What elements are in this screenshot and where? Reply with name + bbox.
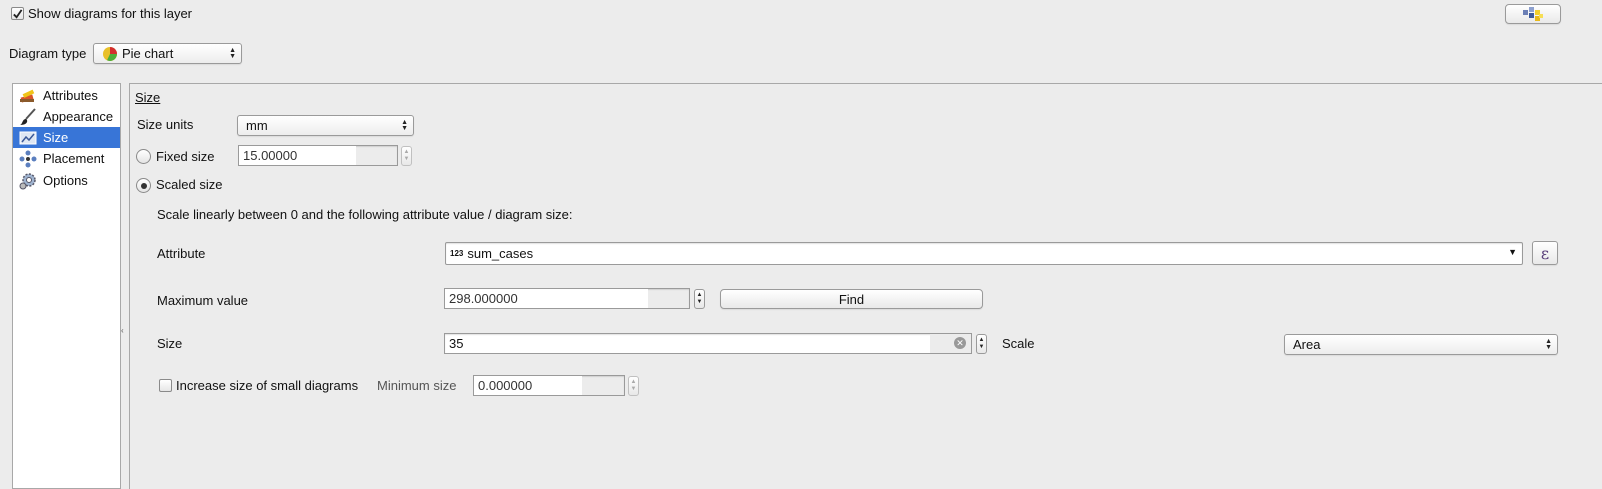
maximum-value-field[interactable]: 298.000000: [444, 288, 690, 309]
placement-icon: [19, 150, 37, 168]
find-button[interactable]: Find: [720, 289, 983, 309]
fixed-size-radio[interactable]: [136, 149, 151, 164]
minimum-size-value: 0.000000: [478, 378, 533, 393]
size-panel: [129, 83, 1602, 489]
attribute-value: sum_cases: [467, 246, 534, 261]
scaled-size-radio[interactable]: [136, 178, 151, 193]
splitter-handle[interactable]: ‹: [121, 326, 124, 335]
show-diagrams-checkbox[interactable]: [11, 7, 24, 20]
attributes-icon: [19, 87, 37, 105]
sidebar-item-label: Attributes: [43, 88, 98, 103]
size-icon: [19, 129, 37, 147]
diagram-grid-icon: [1523, 7, 1543, 21]
scaled-size-label: Scaled size: [156, 177, 223, 192]
maximum-value: 298.000000: [449, 291, 518, 306]
updown-arrows-icon: ▲ ▼: [1545, 337, 1552, 351]
scale-label: Scale: [1002, 336, 1035, 351]
show-diagrams-label: Show diagrams for this layer: [28, 6, 193, 21]
diagram-type-label: Diagram type: [9, 46, 87, 61]
sidebar-item-attributes[interactable]: Attributes: [13, 85, 120, 106]
options-gear-icon: [19, 172, 37, 190]
attribute-label: Attribute: [157, 246, 206, 261]
sidebar: Attributes Appearance Size Placement Opt…: [12, 83, 121, 489]
sidebar-item-size[interactable]: Size: [13, 127, 120, 148]
size-value: 35: [449, 336, 464, 351]
updown-arrows-icon: ▲ ▼: [229, 46, 236, 60]
size-label: Size: [157, 336, 183, 351]
fixed-size-label: Fixed size: [156, 149, 215, 164]
updown-arrows-icon: ▲ ▼: [401, 118, 408, 132]
scale-value: Area: [1293, 337, 1321, 352]
maximum-value-label: Maximum value: [157, 293, 249, 308]
epsilon-icon: ε: [1540, 243, 1550, 263]
attribute-combo[interactable]: 123 sum_cases ▼: [445, 242, 1523, 265]
checkmark-icon: [13, 8, 23, 19]
scale-description: Scale linearly between 0 and the followi…: [157, 207, 573, 222]
minimum-size-field[interactable]: 0.000000: [473, 375, 625, 396]
diagram-preview-button[interactable]: [1505, 4, 1561, 24]
increase-small-label: Increase size of small diagrams: [176, 378, 359, 393]
sidebar-item-label: Options: [43, 173, 88, 188]
sidebar-item-label: Appearance: [43, 109, 114, 124]
size-section-heading: Size: [135, 90, 161, 105]
expression-button[interactable]: ε: [1532, 241, 1558, 265]
fixed-size-stepper[interactable]: ▲ ▼: [401, 146, 412, 166]
dropdown-arrow-icon: ▼: [1508, 247, 1517, 257]
sidebar-item-label: Placement: [43, 151, 105, 166]
clear-icon[interactable]: ✕: [954, 337, 966, 349]
scale-select[interactable]: Area ▲ ▼: [1284, 334, 1558, 355]
sidebar-item-label: Size: [43, 130, 69, 145]
sidebar-item-placement[interactable]: Placement: [13, 148, 120, 169]
brush-icon: [19, 107, 37, 126]
size-units-label: Size units: [137, 117, 194, 132]
diagram-type-value: Pie chart: [122, 46, 174, 61]
size-units-value: mm: [246, 118, 268, 133]
minimum-size-label: Minimum size: [377, 378, 457, 393]
size-units-select[interactable]: mm ▲ ▼: [237, 115, 414, 136]
size-stepper[interactable]: ▲ ▼: [976, 334, 987, 354]
diagram-type-select[interactable]: Pie chart ▲ ▼: [93, 43, 242, 64]
pie-chart-icon: [103, 46, 117, 61]
fixed-size-value: 15.00000: [243, 148, 298, 163]
sidebar-item-options[interactable]: Options: [13, 170, 120, 191]
sidebar-item-appearance[interactable]: Appearance: [13, 106, 120, 127]
find-button-label: Find: [838, 291, 865, 307]
fixed-size-field[interactable]: 15.00000: [238, 145, 398, 166]
minimum-size-stepper[interactable]: ▲ ▼: [628, 376, 639, 396]
increase-small-checkbox[interactable]: [159, 379, 172, 392]
size-field[interactable]: 35 ✕: [444, 333, 972, 354]
numeric-type-icon: 123: [450, 249, 464, 258]
maximum-value-stepper[interactable]: ▲ ▼: [694, 289, 705, 309]
